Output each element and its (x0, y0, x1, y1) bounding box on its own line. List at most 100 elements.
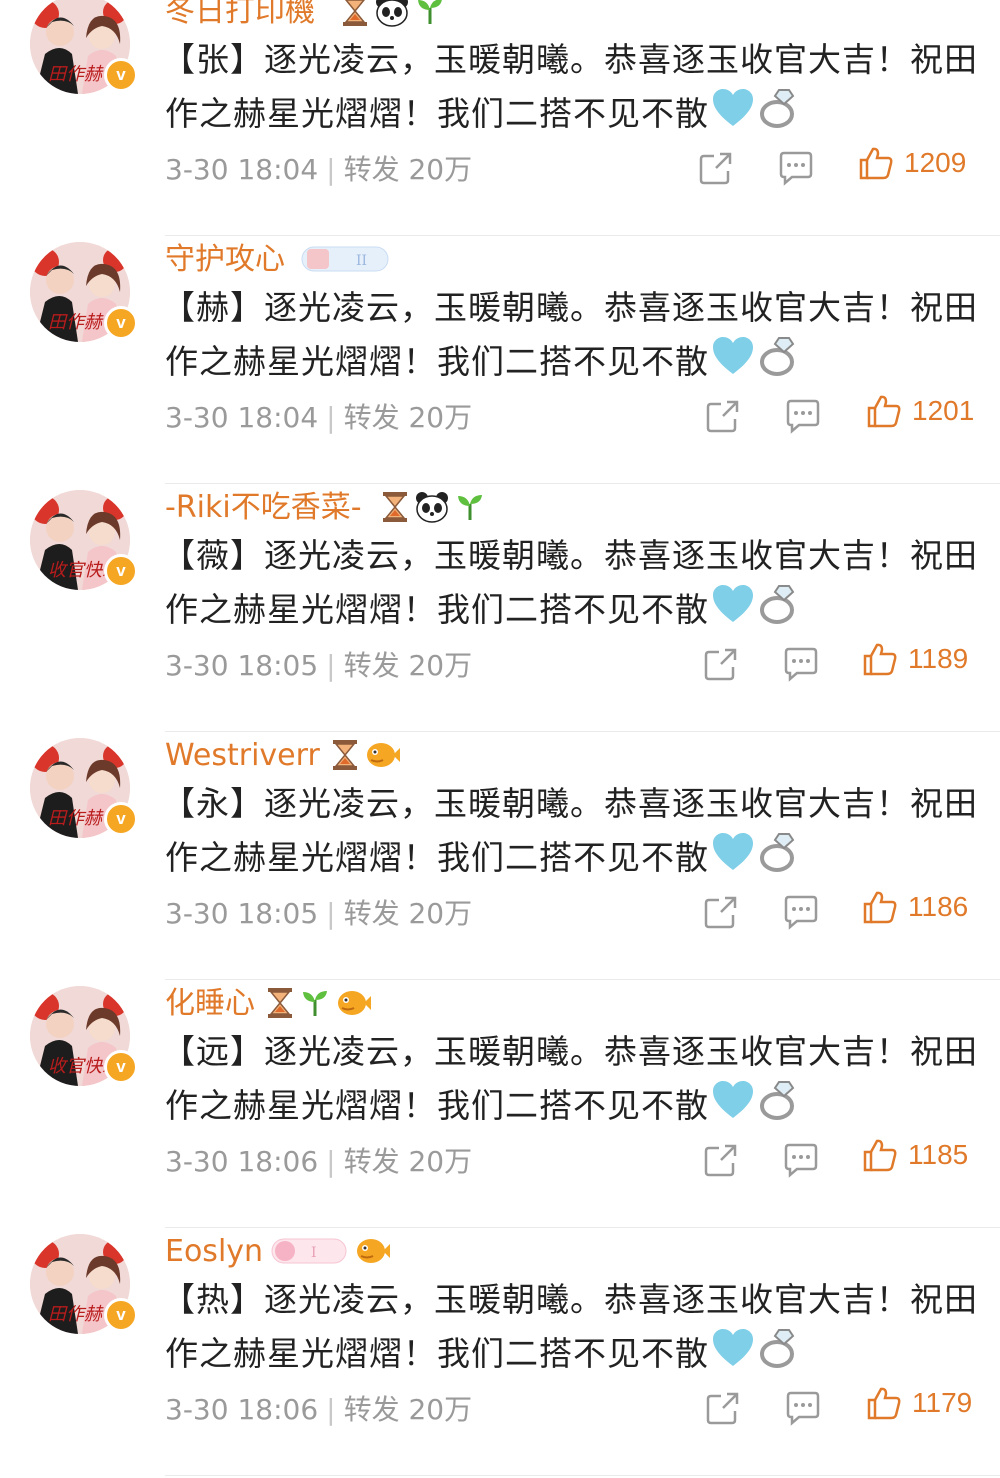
comment-text: 逐光凌云，玉暖朝曦。恭喜逐玉收官大吉！祝田 (264, 1032, 978, 1071)
comment-text-line2: 作之赫星光熠熠！我们二搭不见不散 (165, 86, 801, 145)
comment-meta: 3-30 18:04 | 转发 20万 (165, 396, 472, 436)
blue-heart-icon (711, 1080, 755, 1135)
avatar-caption: 田作赫 (48, 1304, 102, 1325)
reply-button[interactable] (782, 894, 820, 934)
repost-count: 转发 20万 (343, 1145, 473, 1178)
pufferfish-icon (336, 988, 372, 1022)
username[interactable]: Eoslyn (165, 1232, 263, 1272)
user-badges: I (271, 1238, 391, 1268)
pufferfish-icon (355, 1236, 391, 1270)
share-button[interactable] (703, 646, 739, 686)
share-button[interactable] (703, 1142, 739, 1182)
comment-icon (784, 1143, 818, 1178)
reply-button[interactable] (777, 150, 815, 190)
reply-button[interactable] (784, 1390, 822, 1430)
ring-icon (757, 86, 801, 145)
comment-text-cont: 作之赫星光熠熠！我们二搭不见不散 (165, 1334, 709, 1373)
user-badges (266, 988, 372, 1022)
thumbs-up-icon (863, 891, 897, 924)
comment-text: 逐光凌云，玉暖朝曦。恭喜逐玉收官大吉！祝田 (264, 536, 978, 575)
verified-badge-icon: v (104, 554, 138, 588)
comment-prefix: 【远】 (162, 1032, 264, 1071)
comment-text-line1: 【薇】逐光凌云，玉暖朝曦。恭喜逐玉收官大吉！祝田 (162, 530, 982, 582)
username[interactable]: Westriverr (165, 736, 320, 776)
username[interactable]: 冬日打印機 (165, 0, 315, 32)
panda-icon (415, 491, 449, 527)
comment-text-cont: 作之赫星光熠熠！我们二搭不见不散 (165, 94, 709, 133)
comment-meta: 3-30 18:05 | 转发 20万 (165, 892, 472, 932)
blue-heart-icon (711, 1328, 755, 1383)
comment-item: 田作赫 v 守护攻心 II 【赫】逐光凌云，玉暖朝曦。恭喜逐玉收官大吉！祝田 作… (0, 238, 1000, 486)
comment-item: 田作赫 v Eoslyn I 【热】逐光凌云，玉暖朝曦。恭喜逐玉收官大吉！祝田 … (0, 1230, 1000, 1478)
reply-button[interactable] (782, 1142, 820, 1182)
like-button[interactable]: 1186 (862, 889, 968, 925)
sprout-icon (455, 492, 485, 526)
comment-text: 逐光凌云，玉暖朝曦。恭喜逐玉收官大吉！祝田 (264, 1280, 978, 1319)
like-button[interactable]: 1209 (858, 145, 966, 181)
username[interactable]: 化睡心 (165, 984, 255, 1024)
user-badges (381, 491, 485, 527)
divider (165, 1227, 1000, 1228)
comment-prefix: 【永】 (162, 784, 264, 823)
comment-meta: 3-30 18:06 | 转发 20万 (165, 1140, 472, 1180)
comment-text-line2: 作之赫星光熠熠！我们二搭不见不散 (165, 1326, 801, 1385)
ring-icon (757, 830, 801, 889)
comment-meta: 3-30 18:05 | 转发 20万 (165, 644, 472, 684)
sprout-icon (300, 988, 330, 1022)
share-icon (704, 896, 737, 929)
avatar-caption: 田作赫 (48, 808, 102, 829)
user-badges (341, 0, 445, 28)
share-icon (699, 152, 732, 185)
repost-count: 转发 20万 (343, 153, 473, 186)
like-count: 1201 (912, 395, 975, 426)
comment-prefix: 【薇】 (162, 536, 264, 575)
comment-text-line2: 作之赫星光熠熠！我们二搭不见不散 (165, 830, 801, 889)
comment-time: 3-30 18:05 (165, 649, 319, 682)
panda-icon (375, 0, 409, 31)
share-button[interactable] (698, 150, 734, 190)
verified-badge-icon: v (104, 1298, 138, 1332)
comment-text: 逐光凌云，玉暖朝曦。恭喜逐玉收官大吉！祝田 (264, 40, 978, 79)
like-button[interactable]: 1179 (866, 1385, 972, 1421)
thumbs-up-icon (859, 147, 893, 180)
comment-prefix: 【赫】 (162, 288, 264, 327)
ring-icon (757, 582, 801, 641)
verified-badge-icon: v (104, 58, 138, 92)
reply-button[interactable] (782, 646, 820, 686)
reply-button[interactable] (784, 398, 822, 438)
divider (165, 1475, 1000, 1476)
like-button[interactable]: 1185 (862, 1137, 968, 1173)
share-icon (706, 1392, 739, 1425)
comment-time: 3-30 18:04 (165, 153, 319, 186)
comment-text: 逐光凌云，玉暖朝曦。恭喜逐玉收官大吉！祝田 (264, 784, 978, 823)
thumbs-up-icon (863, 1139, 897, 1172)
comment-icon (779, 151, 813, 186)
like-count: 1179 (912, 1387, 973, 1418)
divider (165, 979, 1000, 980)
username[interactable]: 守护攻心 (165, 240, 285, 280)
like-button[interactable]: 1189 (862, 641, 968, 677)
like-button[interactable]: 1201 (866, 393, 974, 429)
comment-icon (786, 399, 820, 434)
comment-time: 3-30 18:06 (165, 1145, 319, 1178)
pufferfish-icon (365, 740, 401, 774)
svg-text:II: II (356, 253, 367, 269)
comment-text-line1: 【热】逐光凌云，玉暖朝曦。恭喜逐玉收官大吉！祝田 (162, 1274, 982, 1326)
comment-text-line1: 【远】逐光凌云，玉暖朝曦。恭喜逐玉收官大吉！祝田 (162, 1026, 982, 1078)
repost-count: 转发 20万 (343, 649, 473, 682)
share-button[interactable] (703, 894, 739, 934)
meta-separator: | (326, 649, 336, 682)
comment-text-line2: 作之赫星光熠熠！我们二搭不见不散 (165, 582, 801, 641)
share-icon (706, 400, 739, 433)
comment-text-line1: 【永】逐光凌云，玉暖朝曦。恭喜逐玉收官大吉！祝田 (162, 778, 982, 830)
comment-text-line1: 【赫】逐光凌云，玉暖朝曦。恭喜逐玉收官大吉！祝田 (162, 282, 982, 334)
comment-meta: 3-30 18:04 | 转发 20万 (165, 148, 472, 188)
meta-separator: | (326, 153, 336, 186)
share-button[interactable] (705, 398, 741, 438)
thumbs-up-icon (867, 395, 901, 428)
comment-text-cont: 作之赫星光熠熠！我们二搭不见不散 (165, 1086, 709, 1125)
username[interactable]: -Riki不吃香菜- (165, 488, 362, 528)
share-button[interactable] (705, 1390, 741, 1430)
share-icon (704, 1144, 737, 1177)
like-count: 1189 (908, 643, 969, 674)
